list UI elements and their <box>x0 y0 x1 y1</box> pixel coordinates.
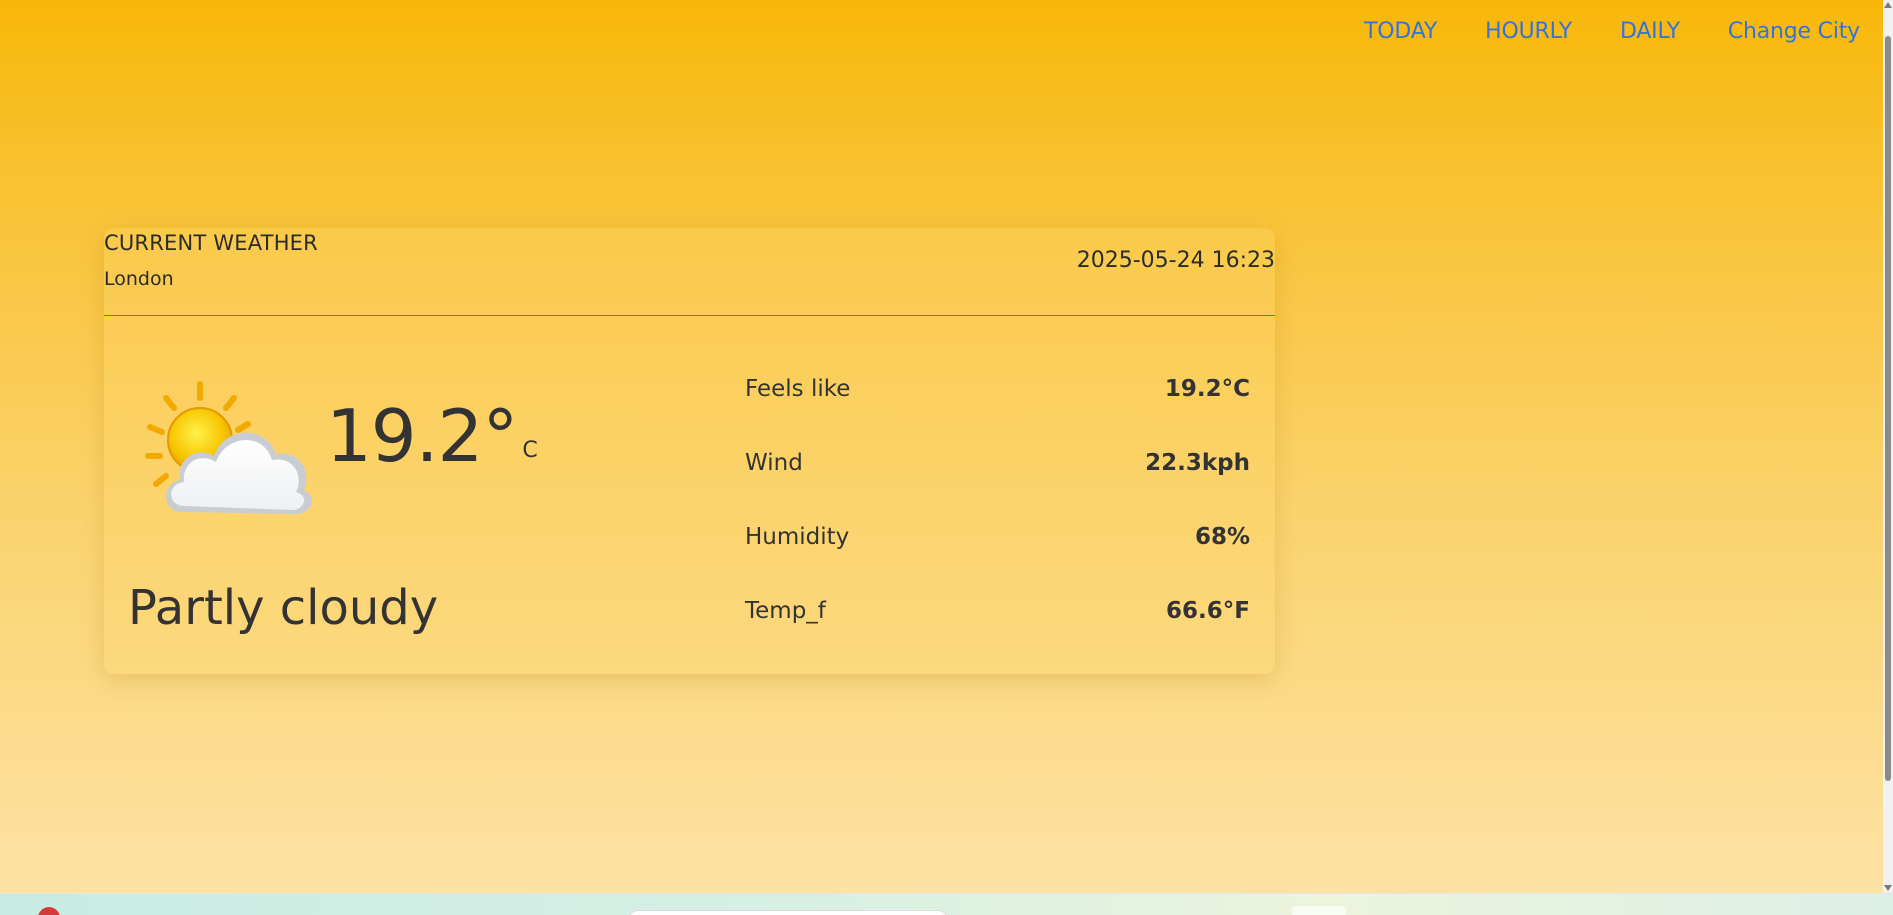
scrollbar-thumb[interactable] <box>1885 36 1891 781</box>
detail-label: Humidity <box>745 524 850 550</box>
current-temperature: 19.2 ° C <box>326 396 538 476</box>
detail-label: Wind <box>745 450 803 476</box>
weather-details-list: Feels like 19.2°C Wind 22.3kph Humidity … <box>745 352 1250 648</box>
detail-row-temp-f: Temp_f 66.6°F <box>745 574 1250 648</box>
nav-today-link[interactable]: TODAY <box>1364 19 1437 44</box>
degree-symbol: ° <box>482 394 519 478</box>
weather-app-viewport: TODAY HOURLY DAILY Change City CURRENT W… <box>0 0 1883 893</box>
nav-daily-link[interactable]: DAILY <box>1620 19 1680 44</box>
city-name: London <box>104 268 174 290</box>
detail-row-wind: Wind 22.3kph <box>745 426 1250 500</box>
nav-hourly-link[interactable]: HOURLY <box>1485 19 1572 44</box>
detail-label: Feels like <box>745 376 851 402</box>
observation-datetime: 2025-05-24 16:23 <box>1076 248 1275 273</box>
temperature-value: 19.2 <box>326 394 483 478</box>
nav-change-city-link[interactable]: Change City <box>1728 19 1860 44</box>
detail-value: 22.3kph <box>1145 450 1250 476</box>
scroll-down-arrow-icon[interactable] <box>1884 885 1892 891</box>
detail-value: 66.6°F <box>1166 598 1250 624</box>
card-header: CURRENT WEATHER London 2025-05-24 16:23 <box>104 228 1275 316</box>
taskbar-app-button[interactable] <box>1292 906 1346 915</box>
card-title: CURRENT WEATHER <box>104 231 318 255</box>
taskbar-search-box[interactable] <box>628 910 948 915</box>
detail-row-humidity: Humidity 68% <box>745 500 1250 574</box>
detail-value: 19.2°C <box>1164 376 1250 402</box>
detail-row-feels-like: Feels like 19.2°C <box>745 352 1250 426</box>
partly-cloudy-icon <box>140 372 320 522</box>
vertical-scrollbar[interactable] <box>1883 0 1893 893</box>
detail-value: 68% <box>1194 524 1250 550</box>
top-navigation: TODAY HOURLY DAILY Change City <box>1364 19 1860 44</box>
os-taskbar <box>0 893 1893 915</box>
weather-condition: Partly cloudy <box>128 580 439 636</box>
current-weather-card: CURRENT WEATHER London 2025-05-24 16:23 <box>104 228 1275 674</box>
scroll-up-arrow-icon[interactable] <box>1884 2 1892 8</box>
temperature-unit: C <box>522 438 538 463</box>
detail-label: Temp_f <box>745 598 826 624</box>
notification-badge-icon[interactable] <box>38 907 60 915</box>
